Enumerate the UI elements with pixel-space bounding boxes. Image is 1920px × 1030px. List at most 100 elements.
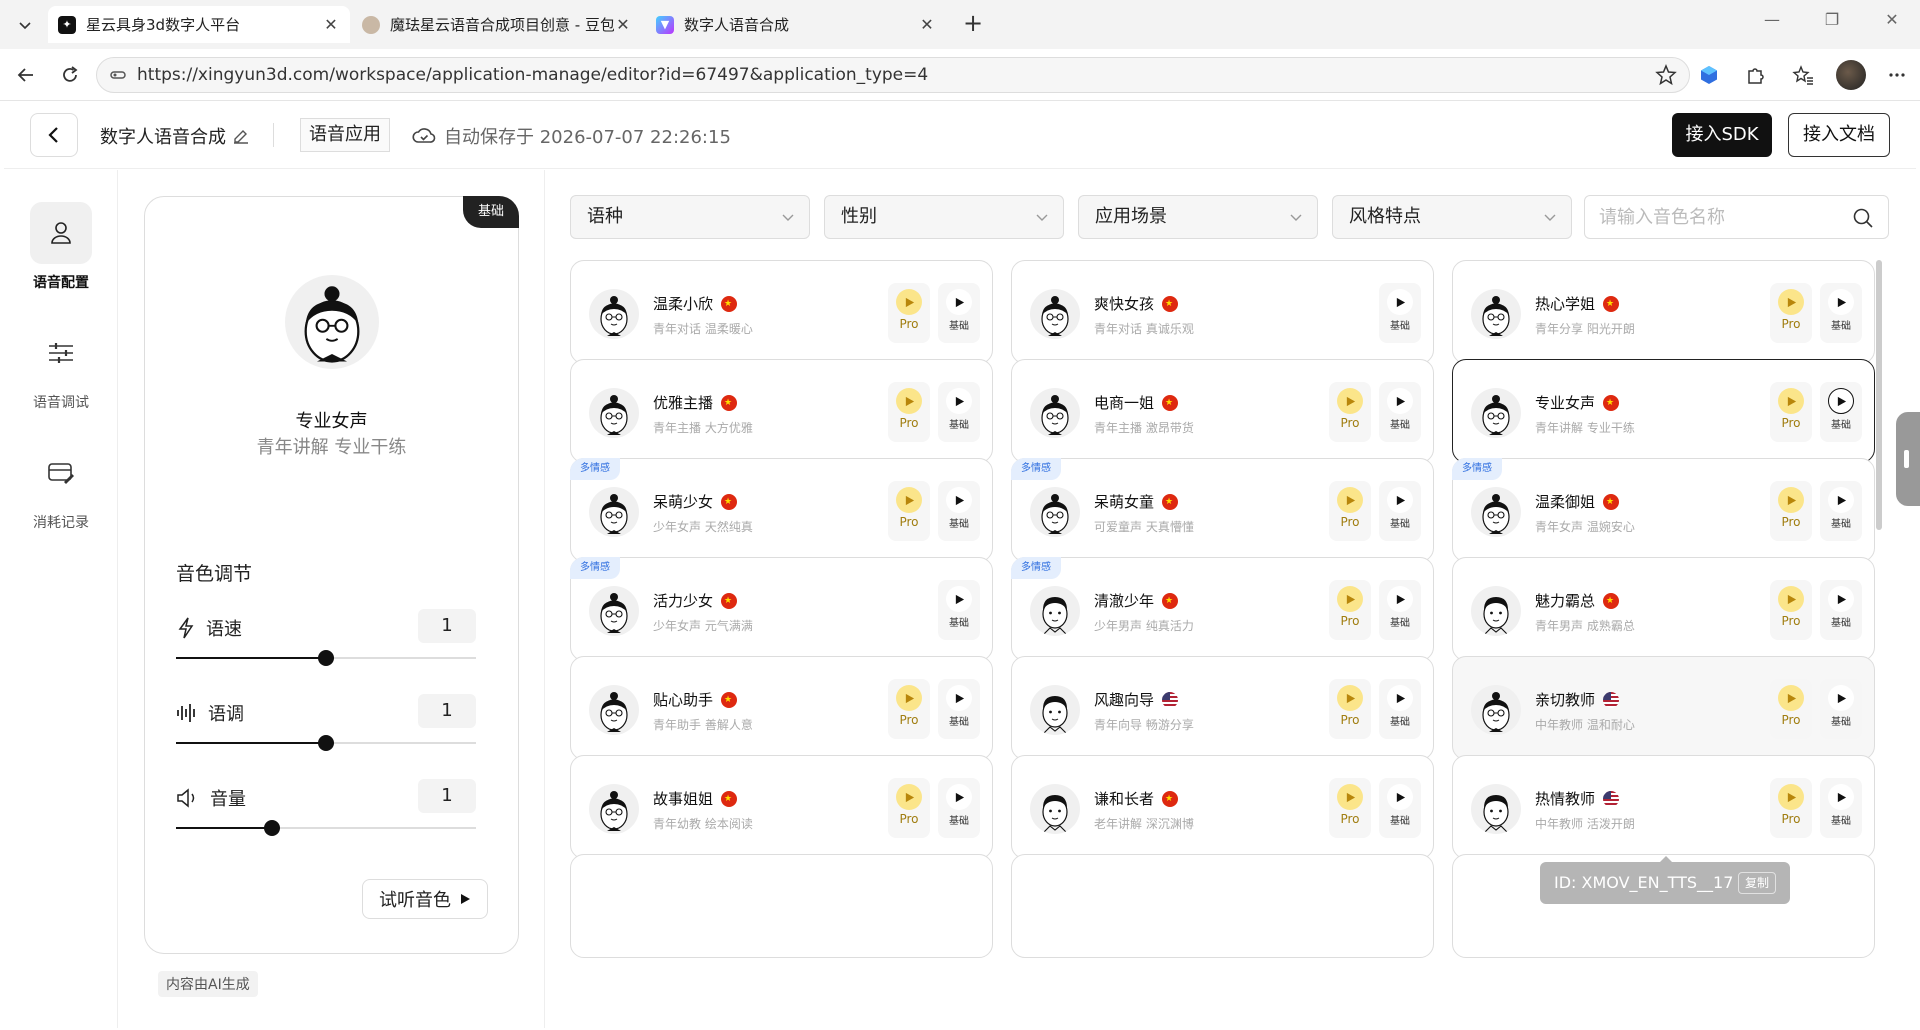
style-filter[interactable]: 风格特点: [1332, 195, 1572, 239]
favorites-icon[interactable]: [1790, 62, 1816, 88]
voice-card[interactable]: [1011, 854, 1434, 958]
profile-avatar[interactable]: [1836, 60, 1866, 90]
volume-slider-handle[interactable]: [264, 820, 280, 836]
docs-button[interactable]: 接入文档: [1788, 113, 1890, 157]
play-basic-button[interactable]: 基础: [1379, 481, 1421, 541]
site-info-icon[interactable]: [109, 66, 127, 89]
sidebar-item-usage-records[interactable]: 消耗记录: [4, 442, 118, 532]
play-basic-button[interactable]: 基础: [1820, 481, 1862, 541]
scene-filter[interactable]: 应用场景: [1078, 195, 1318, 239]
voice-card[interactable]: 多情感活力少女少年女声 元气满满 基础: [570, 557, 993, 661]
pitch-value[interactable]: 1: [418, 694, 476, 728]
voice-card[interactable]: 爽快女孩青年对话 真诚乐观 基础: [1011, 260, 1434, 364]
play-pro-button[interactable]: Pro: [1329, 778, 1371, 838]
voice-card[interactable]: 电商一姐青年主播 激昂带货 Pro 基础: [1011, 359, 1434, 463]
extension-cube-icon[interactable]: [1696, 62, 1722, 88]
play-pro-button[interactable]: Pro: [1770, 580, 1812, 640]
close-icon[interactable]: ✕: [614, 15, 632, 34]
gender-filter[interactable]: 性别: [824, 195, 1064, 239]
speed-slider[interactable]: [176, 650, 476, 666]
voice-card[interactable]: 热情教师 中年教师 活泼开朗 Pro 基础: [1452, 755, 1875, 859]
voice-card[interactable]: 贴心助手青年助手 善解人意 Pro 基础: [570, 656, 993, 760]
play-basic-button[interactable]: 基础: [1379, 283, 1421, 343]
copy-id-button[interactable]: 复制: [1737, 872, 1776, 894]
sidebar-item-voice-debug[interactable]: 语音调试: [4, 322, 118, 412]
play-pro-button[interactable]: Pro: [1329, 679, 1371, 739]
preview-voice-button[interactable]: 试听音色: [362, 879, 488, 919]
more-menu-icon[interactable]: [1884, 62, 1910, 88]
play-basic-button[interactable]: 基础: [1379, 580, 1421, 640]
url-field[interactable]: https://xingyun3d.com/workspace/applicat…: [96, 57, 1690, 93]
play-pro-button[interactable]: Pro: [1770, 382, 1812, 442]
side-panel-handle[interactable]: [1896, 412, 1920, 506]
volume-slider[interactable]: [176, 820, 476, 836]
extensions-puzzle-icon[interactable]: [1742, 62, 1768, 88]
play-pro-button[interactable]: Pro: [888, 283, 930, 343]
language-filter[interactable]: 语种: [570, 195, 810, 239]
play-pro-button[interactable]: Pro: [888, 382, 930, 442]
new-tab-plus-icon[interactable]: +: [960, 11, 986, 38]
play-pro-button[interactable]: Pro: [1770, 778, 1812, 838]
browser-tab-1[interactable]: ✦ 星云具身3d数字人平台 ✕: [48, 6, 350, 43]
voice-card[interactable]: 优雅主播青年主播 大方优雅 Pro 基础: [570, 359, 993, 463]
play-pro-button[interactable]: Pro: [1329, 580, 1371, 640]
play-basic-button[interactable]: 基础: [1820, 778, 1862, 838]
voice-card[interactable]: 多情感呆萌少女少年女声 天然纯真 Pro 基础: [570, 458, 993, 562]
play-basic-button[interactable]: 基础: [938, 382, 980, 442]
browser-tab-2[interactable]: 魔珐星云语音合成项目创意 - 豆包 ✕: [352, 6, 642, 43]
play-pro-button[interactable]: Pro: [888, 481, 930, 541]
voice-card[interactable]: 风趣向导 青年向导 畅游分享 Pro 基础: [1011, 656, 1434, 760]
speed-slider-handle[interactable]: [318, 650, 334, 666]
close-icon[interactable]: ✕: [322, 15, 340, 34]
play-basic-button[interactable]: 基础: [1820, 679, 1862, 739]
voice-card[interactable]: 故事姐姐青年幼教 绘本阅读 Pro 基础: [570, 755, 993, 859]
voice-card[interactable]: 多情感温柔御姐青年女声 温婉安心 Pro 基础: [1452, 458, 1875, 562]
play-basic-button[interactable]: 基础: [1379, 679, 1421, 739]
play-basic-button[interactable]: 基础: [1820, 580, 1862, 640]
voice-card[interactable]: 多情感呆萌女童可爱童声 天真懵懂 Pro 基础: [1011, 458, 1434, 562]
play-basic-button[interactable]: 基础: [938, 778, 980, 838]
minimize-icon[interactable]: —: [1752, 10, 1792, 36]
voice-card[interactable]: 专业女声青年讲解 专业干练 Pro 基础: [1452, 359, 1875, 463]
voice-card[interactable]: [570, 854, 993, 958]
play-basic-button[interactable]: 基础: [1820, 382, 1862, 442]
play-basic-button[interactable]: 基础: [1379, 778, 1421, 838]
edit-pencil-icon[interactable]: [232, 127, 250, 145]
play-basic-button[interactable]: 基础: [1379, 382, 1421, 442]
play-basic-button[interactable]: 基础: [938, 580, 980, 640]
play-basic-button[interactable]: 基础: [938, 679, 980, 739]
voice-card[interactable]: 温柔小欣青年对话 温柔暖心 Pro 基础: [570, 260, 993, 364]
bookmark-star-icon[interactable]: [1655, 64, 1677, 91]
pitch-slider[interactable]: [176, 735, 476, 751]
back-arrow-icon[interactable]: [12, 61, 40, 89]
volume-value[interactable]: 1: [418, 779, 476, 813]
speed-value[interactable]: 1: [418, 609, 476, 643]
voice-card[interactable]: 多情感清澈少年少年男声 纯真活力 Pro 基础: [1011, 557, 1434, 661]
voice-card[interactable]: 魅力霸总青年男声 成熟霸总 Pro 基础: [1452, 557, 1875, 661]
voice-search-input[interactable]: [1599, 196, 1849, 238]
sidebar-item-voice-config[interactable]: 语音配置: [4, 202, 118, 292]
play-pro-button[interactable]: Pro: [1770, 679, 1812, 739]
play-pro-button[interactable]: Pro: [1329, 382, 1371, 442]
sdk-button[interactable]: 接入SDK: [1672, 113, 1772, 157]
back-button[interactable]: [30, 113, 78, 157]
grid-scrollbar[interactable]: [1876, 260, 1882, 530]
pitch-slider-handle[interactable]: [318, 735, 334, 751]
window-close-icon[interactable]: ✕: [1872, 10, 1912, 36]
play-basic-button[interactable]: 基础: [938, 481, 980, 541]
play-pro-button[interactable]: Pro: [1770, 283, 1812, 343]
play-pro-button[interactable]: Pro: [888, 778, 930, 838]
play-basic-button[interactable]: 基础: [1820, 283, 1862, 343]
browser-tab-3[interactable]: ▼ 数字人语音合成 ✕: [646, 6, 946, 43]
close-icon[interactable]: ✕: [918, 15, 936, 34]
play-basic-button[interactable]: 基础: [938, 283, 980, 343]
play-pro-button[interactable]: Pro: [1329, 481, 1371, 541]
voice-card[interactable]: 热心学姐青年分享 阳光开朗 Pro 基础: [1452, 260, 1875, 364]
play-pro-button[interactable]: Pro: [888, 679, 930, 739]
voice-card[interactable]: 谦和长者老年讲解 深沉渊博 Pro 基础: [1011, 755, 1434, 859]
tab-list-chevron-icon[interactable]: [12, 12, 38, 38]
restore-icon[interactable]: ❐: [1812, 10, 1852, 36]
app-title[interactable]: 数字人语音合成: [100, 123, 250, 149]
play-pro-button[interactable]: Pro: [1770, 481, 1812, 541]
voice-card[interactable]: 亲切教师 中年教师 温和耐心 Pro 基础: [1452, 656, 1875, 760]
